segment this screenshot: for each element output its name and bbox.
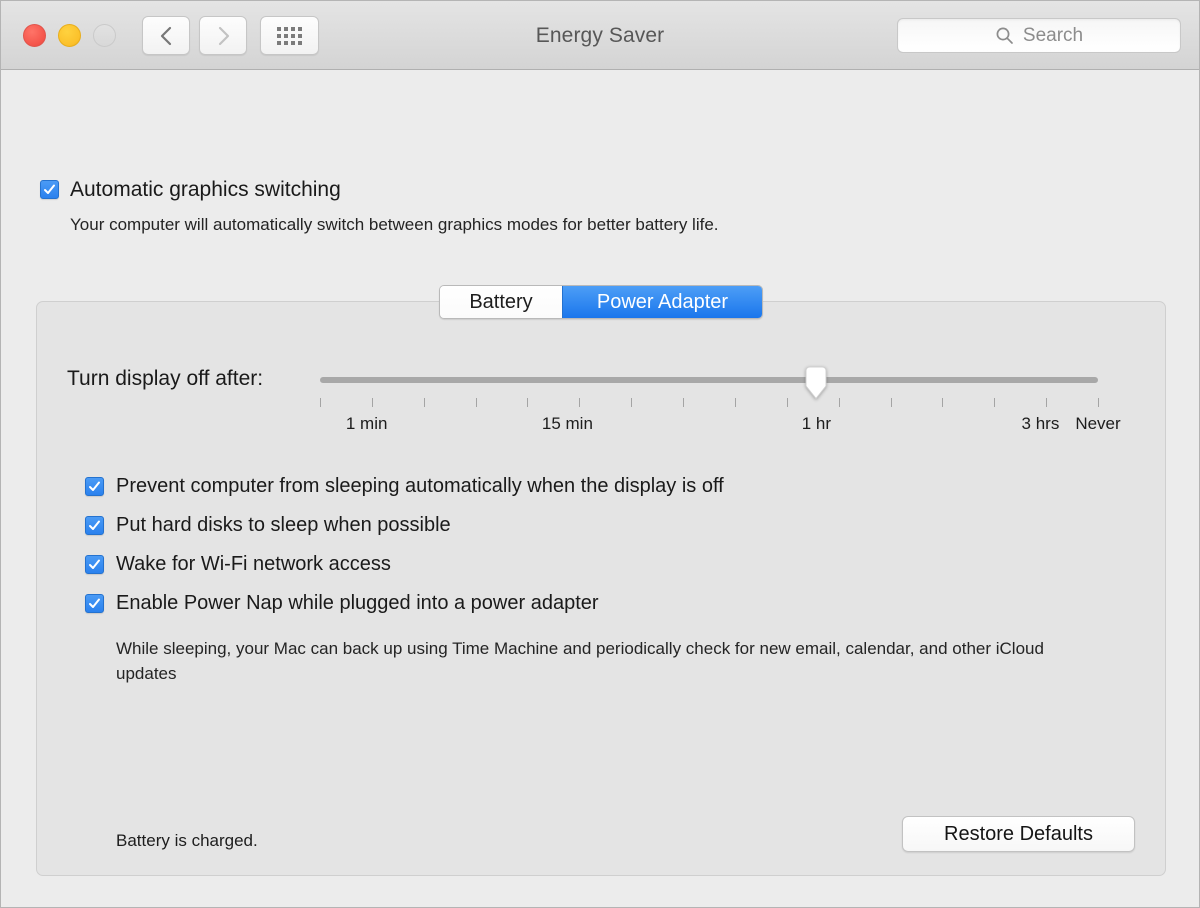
slider-tick: [786, 398, 788, 407]
slider-tick: [579, 398, 581, 407]
tab-power-adapter[interactable]: Power Adapter: [562, 286, 762, 318]
power-option-row[interactable]: Wake for Wi-Fi network access: [85, 553, 1125, 575]
slider-tick: [371, 398, 373, 407]
slider-tick: [1098, 398, 1099, 407]
slider-tick-label: 1 hr: [801, 414, 832, 433]
power-option-checkbox[interactable]: [85, 555, 104, 574]
slider-tick: [631, 398, 633, 407]
power-option-row[interactable]: Enable Power Nap while plugged into a po…: [85, 592, 1125, 614]
search-placeholder: Search: [1022, 24, 1084, 46]
slider-tick-labels: 1 min 15 min 1 hr 3 hrs Never: [37, 414, 1165, 438]
slider-tick: [942, 398, 944, 407]
search-field[interactable]: Search: [897, 18, 1181, 53]
power-settings-panel: Turn display off after: 1 min 15 min 1 hr 3…: [36, 301, 1166, 876]
slider-tick: [320, 398, 321, 407]
display-sleep-slider[interactable]: [320, 366, 1098, 400]
power-option-row[interactable]: Prevent computer from sleeping automatic…: [85, 475, 1125, 497]
power-nap-description: While sleeping, your Mac can back up usi…: [116, 639, 1044, 683]
slider-tick: [527, 398, 529, 407]
automatic-graphics-switching-row[interactable]: Automatic graphics switching: [40, 178, 341, 201]
automatic-graphics-switching-description: Your computer will automatically switch …: [70, 215, 719, 234]
slider-tick-label: 15 min: [541, 414, 593, 433]
power-source-tabs: Battery Power Adapter: [439, 285, 763, 319]
slider-tick: [890, 398, 892, 407]
tab-battery[interactable]: Battery: [440, 286, 562, 318]
title-bar: Energy Saver Search: [1, 1, 1199, 70]
automatic-graphics-switching-label: Automatic graphics switching: [70, 178, 341, 201]
power-option-label: Prevent computer from sleeping automatic…: [116, 475, 724, 497]
power-option-label: Put hard disks to sleep when possible: [116, 514, 451, 536]
turn-display-off-label: Turn display off after:: [67, 367, 264, 390]
power-option-checkbox[interactable]: [85, 594, 104, 613]
power-option-label: Enable Power Nap while plugged into a po…: [116, 592, 599, 614]
automatic-graphics-switching-checkbox[interactable]: [40, 180, 59, 199]
slider-tick-label: Never: [1075, 414, 1121, 433]
slider-tick: [475, 398, 477, 407]
energy-saver-window: Energy Saver Search Automatic graphics s…: [0, 0, 1200, 908]
power-option-label: Wake for Wi-Fi network access: [116, 553, 391, 575]
slider-tick: [994, 398, 996, 407]
power-option-checkbox[interactable]: [85, 516, 104, 535]
slider-ticks: [320, 398, 1099, 408]
search-icon: [995, 26, 1014, 45]
slider-thumb[interactable]: [803, 366, 829, 400]
slider-tick: [838, 398, 840, 407]
power-options-list: Prevent computer from sleeping automatic…: [85, 475, 1125, 633]
power-option-row[interactable]: Put hard disks to sleep when possible: [85, 514, 1125, 536]
battery-status-text: Battery is charged.: [116, 831, 258, 850]
slider-tick: [423, 398, 425, 407]
slider-tick: [683, 398, 685, 407]
slider-tick: [1046, 398, 1048, 407]
slider-tick: [734, 398, 736, 407]
slider-track[interactable]: [320, 377, 1098, 383]
restore-defaults-button[interactable]: Restore Defaults: [902, 816, 1135, 852]
slider-tick-label: 1 min: [345, 414, 388, 433]
power-option-checkbox[interactable]: [85, 477, 104, 496]
slider-tick-label: 3 hrs: [1021, 414, 1060, 433]
